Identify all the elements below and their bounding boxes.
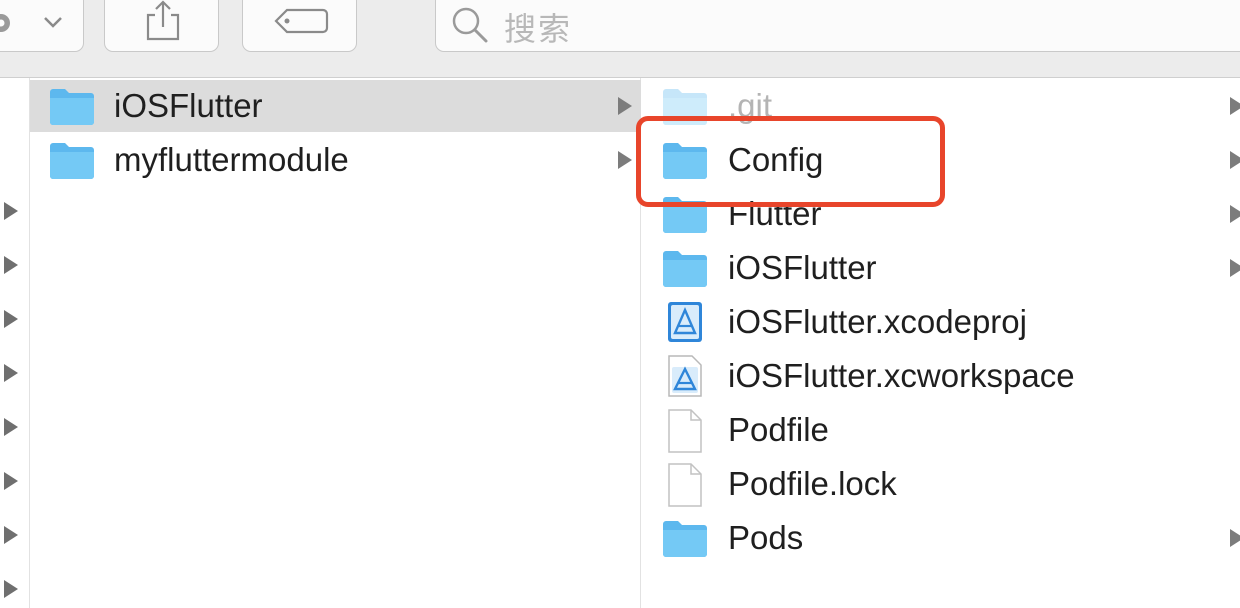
disclosure-arrow-icon[interactable] [4,202,18,220]
disclosure-arrow-icon[interactable] [1230,97,1240,115]
list-item[interactable]: Podfile.lock [642,458,1240,510]
xcode-project-icon [668,302,702,342]
item-label: Pods [728,519,804,556]
disclosure-arrow-icon[interactable] [4,580,18,598]
disclosure-arrow-icon[interactable] [1230,259,1240,277]
list-item[interactable]: iOSFlutter [30,80,641,132]
list-item[interactable]: myfluttermodule [30,134,641,186]
item-label: myfluttermodule [114,141,349,178]
disclosure-arrow-icon[interactable] [618,97,632,115]
folder-icon [663,521,707,557]
item-label: iOSFlutter.xcodeproj [728,303,1027,340]
disclosure-arrow-icon[interactable] [1230,529,1240,547]
disclosure-arrow-icon[interactable] [1230,205,1240,223]
folder-icon [663,251,707,287]
search-icon [452,7,488,43]
tags-button[interactable] [242,0,357,52]
search-field[interactable]: 搜索 [435,0,1240,52]
document-icon [668,409,702,453]
finder-toolbar: 搜索 [0,0,1240,78]
folder-icon [50,143,94,179]
item-label: iOSFlutter [114,87,263,124]
parent-column [0,78,30,608]
search-placeholder: 搜索 [504,10,573,48]
share-icon [146,0,180,41]
annotation-highlight-box [636,116,945,207]
list-item[interactable]: iOSFlutter.xcworkspace [642,350,1240,402]
document-icon [668,463,702,507]
list-item[interactable]: iOSFlutter.xcodeproj [642,296,1240,348]
item-label: Podfile.lock [728,465,897,502]
disclosure-arrow-icon[interactable] [4,364,18,382]
gear-icon [0,14,10,32]
list-item[interactable]: iOSFlutter [642,242,1240,294]
share-button[interactable] [104,0,219,52]
disclosure-arrow-icon[interactable] [1230,151,1240,169]
tag-icon [274,8,329,34]
item-label: Podfile [728,411,829,448]
disclosure-arrow-icon[interactable] [4,526,18,544]
disclosure-arrow-icon[interactable] [4,310,18,328]
list-item[interactable]: Pods [642,512,1240,564]
disclosure-arrow-icon[interactable] [4,418,18,436]
item-label: iOSFlutter [728,249,877,286]
list-item[interactable]: Podfile [642,404,1240,456]
action-menu-button[interactable] [0,0,84,52]
folder-column: iOSFlutter myfluttermodule [30,78,641,608]
item-label: iOSFlutter.xcworkspace [728,357,1075,394]
disclosure-arrow-icon[interactable] [4,472,18,490]
folder-icon [50,89,94,125]
chevron-down-icon [44,17,62,28]
xcode-workspace-icon [668,355,702,397]
disclosure-arrow-icon[interactable] [618,151,632,169]
disclosure-arrow-icon[interactable] [4,256,18,274]
